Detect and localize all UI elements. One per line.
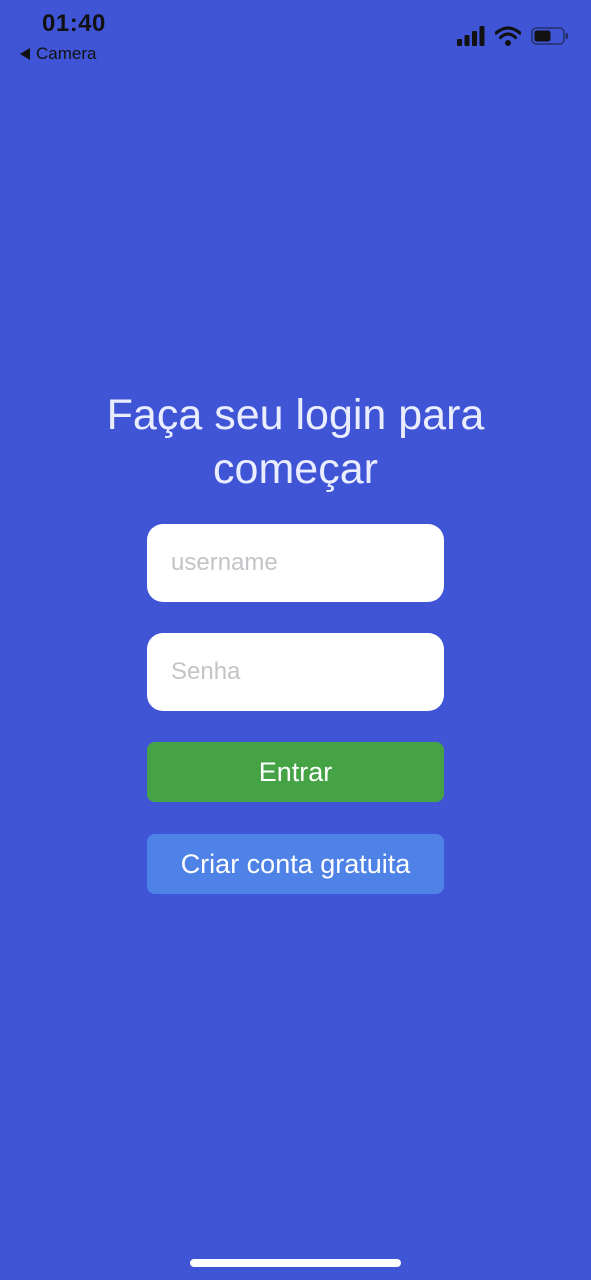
password-input[interactable] [147, 633, 444, 711]
back-to-camera-link[interactable]: Camera [20, 44, 96, 64]
login-button[interactable]: Entrar [147, 742, 444, 802]
status-bar: 01:40 Camera [0, 0, 591, 80]
home-indicator[interactable] [190, 1259, 401, 1267]
create-free-account-button[interactable]: Criar conta gratuita [147, 834, 444, 894]
back-arrow-icon [20, 48, 30, 60]
back-label: Camera [36, 44, 97, 63]
cellular-signal-icon [457, 26, 485, 46]
wifi-icon [495, 26, 521, 46]
page-title: Faça seu login para começar [0, 388, 591, 496]
battery-icon [531, 27, 568, 45]
title-line-2: começar [213, 445, 378, 493]
status-icons [457, 26, 569, 46]
title-line-1: Faça seu login para [106, 391, 485, 439]
username-input[interactable] [147, 524, 444, 602]
status-time: 01:40 [42, 10, 106, 37]
